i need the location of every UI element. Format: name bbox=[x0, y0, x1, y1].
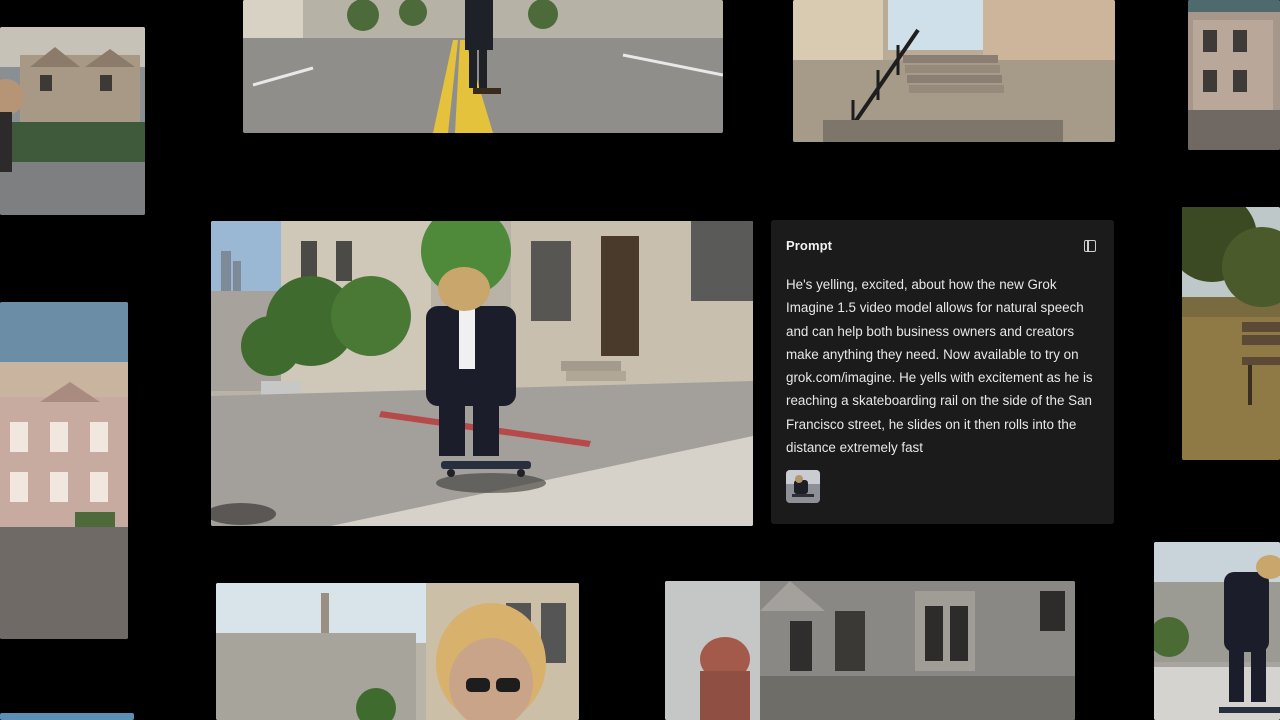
tile-main-skater-video[interactable] bbox=[211, 221, 753, 526]
tile-victorian-building-bottom[interactable] bbox=[665, 581, 1075, 720]
tile-partial-bottom-left[interactable] bbox=[0, 713, 134, 720]
tile-skater-street-top[interactable] bbox=[243, 0, 723, 133]
tile-closeup-face-bottom[interactable] bbox=[216, 583, 579, 720]
gallery-stage: Prompt He's yelling, excited, about how … bbox=[0, 0, 1280, 720]
tile-stairs-rail-top[interactable] bbox=[793, 0, 1115, 142]
tile-painted-ladies-left[interactable] bbox=[0, 302, 128, 639]
prompt-panel: Prompt He's yelling, excited, about how … bbox=[771, 220, 1114, 524]
tile-park-bench-right[interactable] bbox=[1182, 207, 1280, 460]
prompt-text: He's yelling, excited, about how the new… bbox=[786, 277, 1093, 456]
tile-skater-hill-bottom-right[interactable] bbox=[1154, 542, 1280, 720]
sidebar-panel-icon[interactable] bbox=[1084, 240, 1096, 252]
tile-victorian-houses-top-left[interactable] bbox=[0, 27, 145, 215]
reference-image-thumbnail[interactable] bbox=[786, 470, 820, 503]
tile-houses-top-right[interactable] bbox=[1188, 0, 1280, 150]
prompt-title: Prompt bbox=[786, 238, 833, 253]
